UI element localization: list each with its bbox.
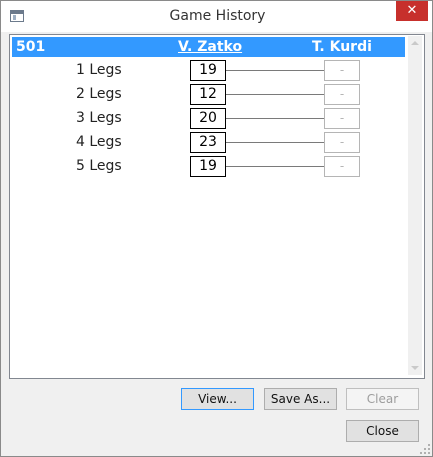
history-list[interactable]: 501 V. Zatko T. Kurdi 1 Legs 19 - 2 Legs…	[9, 34, 425, 379]
leg-label: 2 Legs	[76, 86, 122, 102]
vertical-scrollbar[interactable]	[408, 36, 422, 375]
leg-label: 3 Legs	[76, 110, 122, 126]
leg-label: 4 Legs	[76, 134, 122, 150]
leg-connector-line	[225, 94, 325, 95]
title-bar[interactable]: Game History ✕	[1, 1, 432, 32]
resize-grip-icon[interactable]	[420, 444, 430, 454]
player2-score[interactable]: -	[324, 156, 360, 177]
header-player1[interactable]: V. Zatko	[178, 37, 242, 57]
leg-label: 1 Legs	[76, 62, 122, 78]
player2-score[interactable]: -	[324, 84, 360, 105]
player1-score[interactable]: 19	[190, 156, 226, 177]
close-button[interactable]: Close	[346, 420, 419, 442]
leg-label: 5 Legs	[76, 158, 122, 174]
player1-score[interactable]: 23	[190, 132, 226, 153]
leg-row: 5 Legs 19 -	[10, 155, 406, 179]
player1-score[interactable]: 19	[190, 60, 226, 81]
clear-button[interactable]: Clear	[346, 388, 419, 410]
game-history-window: Game History ✕ 501 V. Zatko T. Kurdi 1 L…	[0, 0, 433, 457]
scroll-down-arrow-icon[interactable]	[411, 366, 419, 370]
leg-connector-line	[225, 142, 325, 143]
list-header-row: 501 V. Zatko T. Kurdi	[12, 37, 405, 57]
player2-score[interactable]: -	[324, 132, 360, 153]
window-close-button[interactable]: ✕	[396, 1, 428, 21]
scroll-up-arrow-icon[interactable]	[411, 41, 419, 45]
leg-row: 2 Legs 12 -	[10, 83, 406, 107]
header-game-type: 501	[16, 39, 46, 55]
header-player2[interactable]: T. Kurdi	[312, 37, 372, 57]
leg-row: 1 Legs 19 -	[10, 59, 406, 83]
window-title: Game History	[169, 8, 266, 24]
leg-row: 4 Legs 23 -	[10, 131, 406, 155]
player2-score[interactable]: -	[324, 108, 360, 129]
leg-row: 3 Legs 20 -	[10, 107, 406, 131]
save-as-button[interactable]: Save As...	[264, 388, 337, 410]
player2-score[interactable]: -	[324, 60, 360, 81]
leg-connector-line	[225, 166, 325, 167]
dialog-client-area: 501 V. Zatko T. Kurdi 1 Legs 19 - 2 Legs…	[1, 32, 432, 456]
leg-connector-line	[225, 70, 325, 71]
player1-score[interactable]: 20	[190, 108, 226, 129]
player1-score[interactable]: 12	[190, 84, 226, 105]
leg-connector-line	[225, 118, 325, 119]
view-button[interactable]: View...	[181, 388, 254, 410]
